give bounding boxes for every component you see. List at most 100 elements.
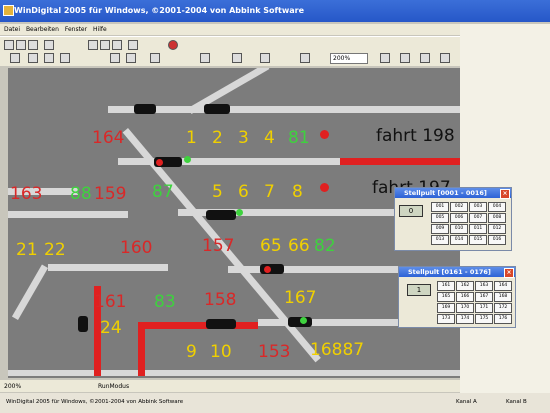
stellpult-display-1: 0: [399, 205, 423, 217]
label-88: 88: [70, 184, 92, 204]
stellpult-button[interactable]: 011: [469, 224, 487, 234]
status-zoom: 200%: [4, 383, 22, 390]
signal-led-red: [264, 266, 271, 273]
stellpult-button[interactable]: 008: [488, 213, 506, 223]
stellpult-button[interactable]: 013: [431, 235, 449, 245]
stellpult-button[interactable]: 009: [431, 224, 449, 234]
cut-icon[interactable]: [88, 40, 98, 50]
taskbar-item[interactable]: WinDigital 2005 für Windows, ©2001-2004 …: [6, 399, 183, 405]
copy-icon[interactable]: [100, 40, 110, 50]
label-6: 6: [238, 182, 249, 202]
stellpult-button[interactable]: 163: [475, 281, 493, 291]
tool-11-icon[interactable]: [420, 53, 430, 63]
stellpult-button[interactable]: 174: [456, 314, 474, 324]
stellpult-button[interactable]: 168: [494, 292, 512, 302]
stellpult-button[interactable]: 176: [494, 314, 512, 324]
stellpult-button[interactable]: 007: [469, 213, 487, 223]
new-icon[interactable]: [4, 40, 14, 50]
zoom-select[interactable]: 200%: [330, 53, 368, 64]
tool-2-icon[interactable]: [28, 53, 38, 63]
label-4: 4: [264, 128, 275, 148]
stellpult-button[interactable]: 001: [431, 202, 449, 212]
close-icon[interactable]: ×: [504, 268, 514, 278]
signal-2[interactable]: [204, 104, 230, 114]
open-icon[interactable]: [16, 40, 26, 50]
undo-icon[interactable]: [128, 40, 138, 50]
stellpult-button[interactable]: 175: [475, 314, 493, 324]
stellpult-button[interactable]: 004: [488, 202, 506, 212]
stellpult-window-1[interactable]: Stellpult [0001 - 0016] × 0 001 002 003 …: [394, 187, 512, 251]
step-icon[interactable]: [126, 53, 136, 63]
track-top: [108, 106, 460, 113]
play-icon[interactable]: [110, 53, 120, 63]
stellpult-button[interactable]: 164: [494, 281, 512, 291]
stellpult-button[interactable]: 005: [431, 213, 449, 223]
stellpult-window-2[interactable]: Stellpult [0161 - 0176] × 1 161 162 163 …: [398, 266, 516, 328]
stop-icon[interactable]: [168, 40, 178, 50]
label-168: 16887: [310, 340, 365, 360]
stellpult-button[interactable]: 172: [494, 303, 512, 313]
stellpult-button[interactable]: 006: [450, 213, 468, 223]
tool-5-icon[interactable]: [200, 53, 210, 63]
label-153: 153: [258, 342, 291, 362]
label-82: 82: [314, 236, 336, 256]
stellpult-button[interactable]: 166: [456, 292, 474, 302]
stellpult-button[interactable]: 014: [450, 235, 468, 245]
taskbar-kanal-a: Kanal A: [456, 399, 477, 405]
track-active-3: [138, 322, 258, 329]
label-10: 10: [210, 342, 232, 362]
title-bar: WinDigital 2005 für Windows, ©2001-2004 …: [0, 0, 550, 22]
indicator-led: [320, 183, 329, 192]
save-icon[interactable]: [28, 40, 38, 50]
stellpult-button[interactable]: 003: [469, 202, 487, 212]
stellpult-button[interactable]: 169: [437, 303, 455, 313]
track-canvas[interactable]: 164 1 2 3 4 81 fahrt 198 163 88 159 87 5…: [8, 68, 460, 378]
label-159: 159: [94, 184, 127, 204]
print-icon[interactable]: [44, 40, 54, 50]
menu-bearbeiten[interactable]: Bearbeiten: [26, 26, 59, 33]
stellpult-button[interactable]: 161: [437, 281, 455, 291]
stellpult-button[interactable]: 170: [456, 303, 474, 313]
track-active-4: [138, 326, 145, 376]
tool-4-icon[interactable]: [60, 53, 70, 63]
window-title: WinDigital 2005 für Windows, ©2001-2004 …: [14, 6, 305, 15]
stellpult-button[interactable]: 167: [475, 292, 493, 302]
stellpult-button[interactable]: 173: [437, 314, 455, 324]
tool-3-icon[interactable]: [44, 53, 54, 63]
label-22: 22: [44, 240, 66, 260]
signal-led-red: [156, 159, 163, 166]
stellpult-button[interactable]: 015: [469, 235, 487, 245]
tool-8-icon[interactable]: [300, 53, 310, 63]
taskbar: WinDigital 2005 für Windows, ©2001-2004 …: [0, 393, 550, 413]
signal-6[interactable]: [206, 319, 236, 329]
tool-10-icon[interactable]: [400, 53, 410, 63]
label-87: 87: [152, 182, 174, 202]
menu-fenster[interactable]: Fenster: [65, 26, 87, 33]
stellpult-button[interactable]: 002: [450, 202, 468, 212]
label-158: 158: [204, 290, 237, 310]
label-161: 161: [94, 292, 127, 312]
stellpult-button[interactable]: 012: [488, 224, 506, 234]
tool-1-icon[interactable]: [10, 53, 20, 63]
tool-6-icon[interactable]: [232, 53, 242, 63]
stellpult-button[interactable]: 171: [475, 303, 493, 313]
signal-1[interactable]: [134, 104, 156, 114]
close-icon[interactable]: ×: [500, 189, 510, 199]
stellpult-button[interactable]: 162: [456, 281, 474, 291]
stellpult-display-2: 1: [407, 284, 431, 296]
stellpult-button[interactable]: 165: [437, 292, 455, 302]
tool-7-icon[interactable]: [260, 53, 270, 63]
paste-icon[interactable]: [112, 40, 122, 50]
tool-9-icon[interactable]: [380, 53, 390, 63]
stellpult-button[interactable]: 016: [488, 235, 506, 245]
signal-4[interactable]: [206, 210, 236, 220]
label-7: 7: [264, 182, 275, 202]
loco-icon[interactable]: [150, 53, 160, 63]
menu-datei[interactable]: Datei: [4, 26, 20, 33]
signal-8[interactable]: [78, 316, 88, 332]
menu-hilfe[interactable]: Hilfe: [93, 26, 107, 33]
label-83: 83: [154, 292, 176, 312]
tool-12-icon[interactable]: [440, 53, 450, 63]
label-163: 163: [10, 184, 43, 204]
stellpult-button[interactable]: 010: [450, 224, 468, 234]
